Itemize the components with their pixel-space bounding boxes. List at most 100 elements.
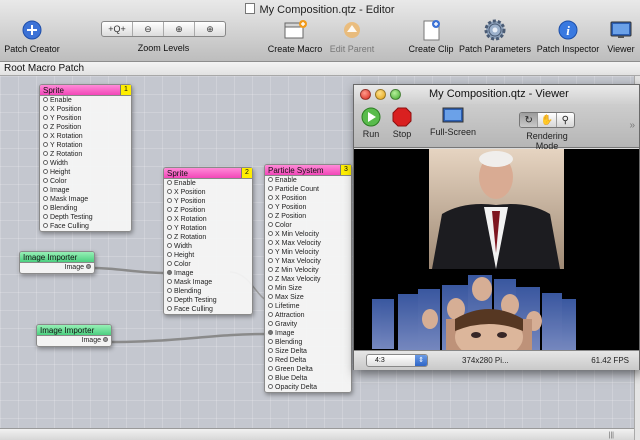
input-port-z-position[interactable]: Z Position [40, 123, 131, 132]
input-port-face-culling[interactable]: Face Culling [164, 305, 252, 314]
input-port-y-position[interactable]: Y Position [265, 203, 351, 212]
interact-mode-icon[interactable]: ✋ [538, 113, 557, 127]
input-port-mask-image[interactable]: Mask Image [40, 195, 131, 204]
input-port-blending[interactable]: Blending [40, 204, 131, 213]
input-port-x-position[interactable]: X Position [164, 188, 252, 197]
stop-button[interactable]: Stop [390, 107, 414, 139]
input-port-image[interactable]: Image [40, 186, 131, 195]
input-port-mask-image[interactable]: Mask Image [164, 278, 252, 287]
input-port-image[interactable]: Image [164, 269, 252, 278]
input-port-enable[interactable]: Enable [265, 176, 351, 185]
patch-creator-button[interactable]: Patch Creator [4, 18, 60, 54]
input-port-image[interactable]: Image [265, 329, 351, 338]
magnify-mode-icon[interactable]: ⚲ [557, 113, 574, 127]
zoom-fit-button[interactable]: +Q+ [102, 22, 133, 36]
breadcrumb[interactable]: Root Macro Patch [0, 62, 640, 76]
input-port-x-position[interactable]: X Position [40, 105, 131, 114]
image-importer-2-header[interactable]: Image Importer [37, 325, 111, 336]
input-port-z-rotation[interactable]: Z Rotation [40, 150, 131, 159]
aspect-ratio-select[interactable]: 4:3 ⇕ [366, 354, 428, 367]
rendering-mode-control[interactable]: ↻ ✋ ⚲ Rendering Mode [514, 107, 580, 151]
input-port-x-max-velocity[interactable]: X Max Velocity [265, 239, 351, 248]
input-port-min-size[interactable]: Min Size [265, 284, 351, 293]
input-port-height[interactable]: Height [40, 168, 131, 177]
create-clip-button[interactable]: Create Clip [408, 18, 454, 54]
sprite-patch-2[interactable]: Sprite 2 Enable X Position Y Position Z … [163, 167, 253, 315]
input-port-width[interactable]: Width [40, 159, 131, 168]
input-port-y-max-velocity[interactable]: Y Max Velocity [265, 257, 351, 266]
input-port-depth-testing[interactable]: Depth Testing [164, 296, 252, 305]
zoom-levels-control[interactable]: +Q+ ⊖ ⊕ ⊕ Zoom Levels [96, 18, 231, 53]
viewer-render-area[interactable] [354, 149, 639, 350]
input-port-color[interactable]: Color [40, 177, 131, 186]
zoom-actual-button[interactable]: ⊕ [164, 22, 195, 36]
input-port-particle-count[interactable]: Particle Count [265, 185, 351, 194]
input-port-red-delta[interactable]: Red Delta [265, 356, 351, 365]
input-port-z-rotation[interactable]: Z Rotation [164, 233, 252, 242]
minimize-icon[interactable] [375, 89, 386, 100]
input-port-color[interactable]: Color [265, 221, 351, 230]
zoom-out-button[interactable]: ⊖ [133, 22, 164, 36]
input-port-blending[interactable]: Blending [164, 287, 252, 296]
input-port-z-min-velocity[interactable]: Z Min Velocity [265, 266, 351, 275]
input-port-blue-delta[interactable]: Blue Delta [265, 374, 351, 383]
input-port-y-min-velocity[interactable]: Y Min Velocity [265, 248, 351, 257]
output-port-image[interactable]: Image [37, 336, 111, 346]
viewer-button[interactable]: Viewer [604, 18, 638, 54]
input-port-y-position[interactable]: Y Position [164, 197, 252, 206]
sprite-patch-1[interactable]: Sprite 1 Enable X Position Y Position Z … [39, 84, 132, 232]
input-port-enable[interactable]: Enable [164, 179, 252, 188]
input-port-y-rotation[interactable]: Y Rotation [40, 141, 131, 150]
input-port-width[interactable]: Width [164, 242, 252, 251]
input-port-x-position[interactable]: X Position [265, 194, 351, 203]
edit-parent-button[interactable]: Edit Parent [326, 18, 378, 54]
zoom-icon[interactable] [390, 89, 401, 100]
input-port-enable[interactable]: Enable [40, 96, 131, 105]
input-port-attraction[interactable]: Attraction [265, 311, 351, 320]
input-port-max-size[interactable]: Max Size [265, 293, 351, 302]
input-port-y-position[interactable]: Y Position [40, 114, 131, 123]
fullscreen-button[interactable]: Full-Screen [430, 107, 476, 137]
input-port-x-rotation[interactable]: X Rotation [164, 215, 252, 224]
input-port-opacity-delta[interactable]: Opacity Delta [265, 383, 351, 392]
particle-system-patch[interactable]: Particle System 3 Enable Particle Count … [264, 164, 352, 393]
particle-system-header[interactable]: Particle System 3 [265, 165, 351, 176]
create-macro-button[interactable]: Create Macro [266, 18, 324, 54]
input-port-height[interactable]: Height [164, 251, 252, 260]
input-port-face-culling[interactable]: Face Culling [40, 222, 131, 231]
sprite-patch-2-header[interactable]: Sprite 2 [164, 168, 252, 179]
input-port-gravity[interactable]: Gravity [265, 320, 351, 329]
sprite-patch-1-header[interactable]: Sprite 1 [40, 85, 131, 96]
input-port-blending[interactable]: Blending [265, 338, 351, 347]
rotate-mode-icon[interactable]: ↻ [520, 113, 539, 127]
image-importer-patch-2[interactable]: Image Importer Image [36, 324, 112, 347]
input-port-green-delta[interactable]: Green Delta [265, 365, 351, 374]
zoom-in-button[interactable]: ⊕ [195, 22, 225, 36]
patch-inspector-button[interactable]: i Patch Inspector [534, 18, 602, 54]
image-importer-patch-1[interactable]: Image Importer Image [19, 251, 95, 274]
zoom-levels-label: Zoom Levels [137, 43, 190, 53]
toolbar-overflow-icon[interactable]: » [629, 120, 635, 131]
input-port-x-min-velocity[interactable]: X Min Velocity [265, 230, 351, 239]
input-port-z-position[interactable]: Z Position [265, 212, 351, 221]
input-port-x-rotation[interactable]: X Rotation [40, 132, 131, 141]
patch-parameters-button[interactable]: Patch Parameters [458, 18, 532, 54]
rendering-mode-segmented[interactable]: ↻ ✋ ⚲ [519, 112, 575, 128]
image-importer-1-header[interactable]: Image Importer [20, 252, 94, 263]
input-port-z-position[interactable]: Z Position [164, 206, 252, 215]
horizontal-scrollbar[interactable]: ||| [0, 428, 634, 440]
input-port-size-delta[interactable]: Size Delta [265, 347, 351, 356]
sprite-patch-2-title: Sprite [167, 168, 188, 178]
close-icon[interactable] [360, 89, 371, 100]
viewer-titlebar[interactable]: My Composition.qtz - Viewer [354, 85, 639, 104]
input-port-color[interactable]: Color [164, 260, 252, 269]
rendering-mode-label: Rendering Mode [526, 131, 568, 151]
input-port-z-max-velocity[interactable]: Z Max Velocity [265, 275, 351, 284]
input-port-depth-testing[interactable]: Depth Testing [40, 213, 131, 222]
run-button[interactable]: Run [360, 107, 382, 139]
output-port-image[interactable]: Image [20, 263, 94, 273]
viewer-window[interactable]: My Composition.qtz - Viewer Run Stop Ful… [353, 84, 640, 370]
input-port-lifetime[interactable]: Lifetime [265, 302, 351, 311]
zoom-segmented-control[interactable]: +Q+ ⊖ ⊕ ⊕ [101, 21, 226, 37]
input-port-y-rotation[interactable]: Y Rotation [164, 224, 252, 233]
